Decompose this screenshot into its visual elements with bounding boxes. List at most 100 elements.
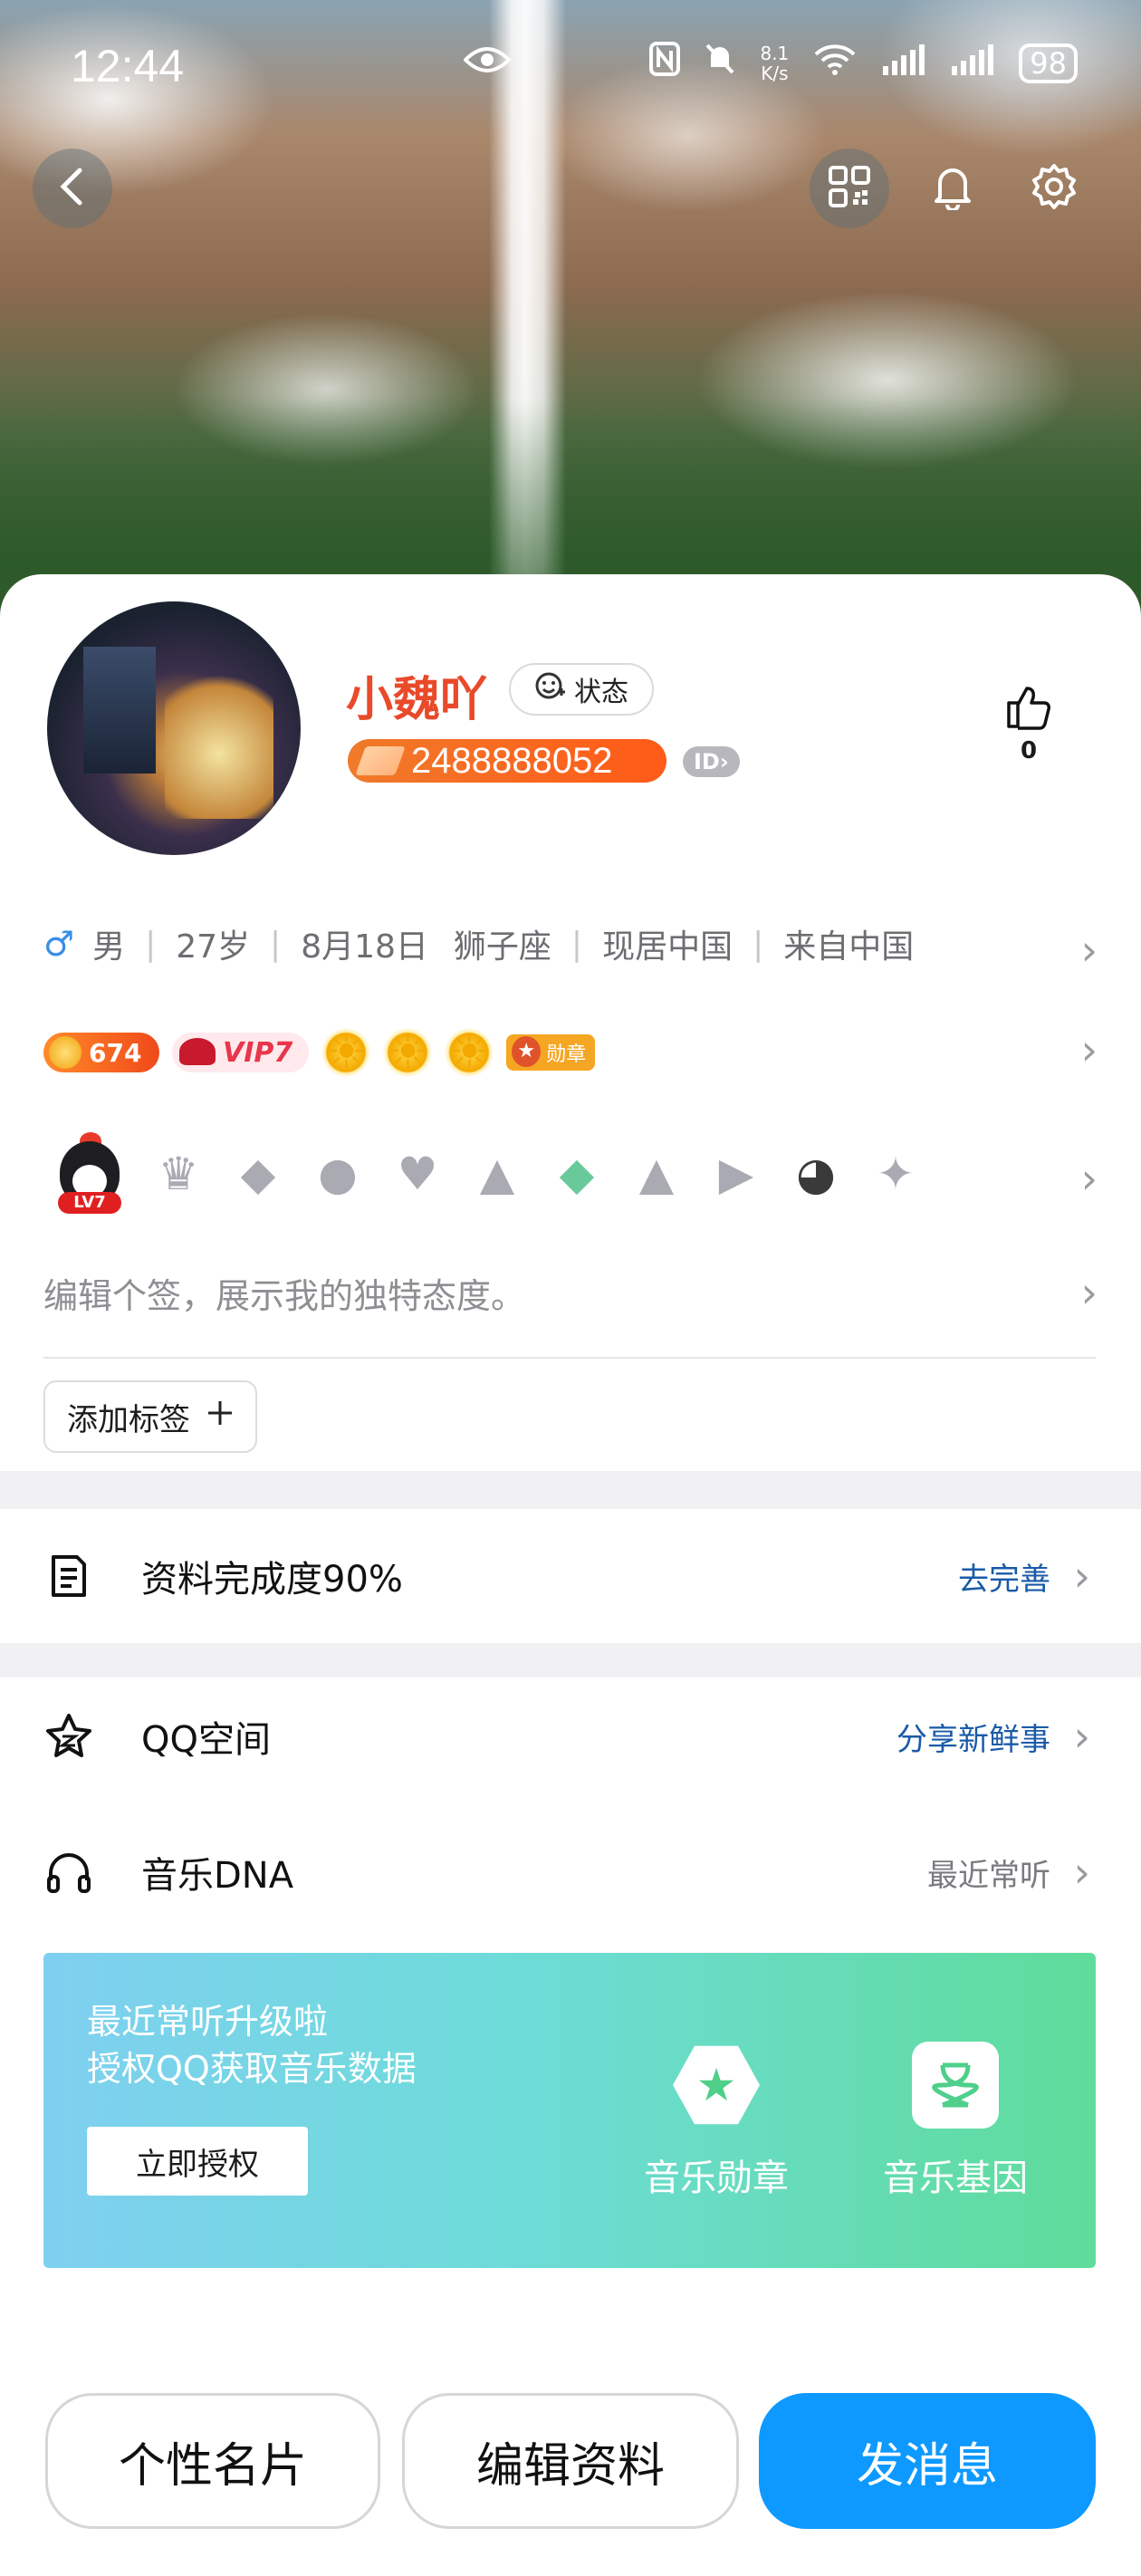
avatar-art <box>83 647 156 774</box>
personal-info-row[interactable]: ♂ 男 | 27岁 | 8月18日 狮子座 | 现居中国 | 来自中国 <box>43 918 914 969</box>
qq-level-penguin-icon: LV7 <box>54 1132 125 1216</box>
music-dna-title: 音乐DNA <box>141 1855 294 1897</box>
music-dna-row[interactable]: 音乐DNA 最近常听 › <box>0 1813 1141 1931</box>
notification-button[interactable] <box>913 149 992 228</box>
star-icon <box>42 1709 96 1764</box>
avatar-art <box>165 656 273 819</box>
medal-badge: 勋章 <box>506 1034 596 1071</box>
authorize-button[interactable]: 立即授权 <box>87 2127 308 2196</box>
back-button[interactable] <box>33 149 112 228</box>
signature-input[interactable]: 编辑个签，展示我的独特态度。 <box>43 1268 525 1318</box>
star-diamond-icon: ✦ <box>877 1148 915 1200</box>
id-chip[interactable]: ID › <box>683 746 740 777</box>
wifi-icon <box>812 42 858 84</box>
like-button[interactable]: 0 <box>1002 681 1056 764</box>
divider: | <box>145 925 157 963</box>
coin-badge: 674 <box>43 1033 159 1072</box>
status-label: 状态 <box>574 677 628 708</box>
avatar[interactable] <box>43 598 304 859</box>
music-promo-line1: 最近常听升级啦 <box>87 2002 329 2042</box>
hat-icon: ▲ <box>479 1148 515 1200</box>
qr-code-icon <box>828 165 871 212</box>
mute-bell-icon <box>704 42 736 84</box>
completeness-row[interactable]: 资料完成度90% 去完善 › <box>0 1517 1141 1635</box>
music-gene-label: 音乐基因 <box>883 2158 1028 2199</box>
diamond-icon: ◆ <box>240 1148 276 1200</box>
vip-badge: VIP7 <box>172 1033 310 1072</box>
qq-number-badge[interactable]: 2488888052 <box>348 739 666 783</box>
badge-row[interactable]: 674 VIP7 ☀ ☀ ☀ 勋章 <box>43 1024 596 1081</box>
chevron-right-icon: › <box>719 749 729 774</box>
dna-icon <box>912 2042 999 2129</box>
music-dna-action[interactable]: 最近常听 <box>927 1850 1050 1895</box>
qq-number: 2488888052 <box>411 740 613 781</box>
gear-icon <box>1030 162 1079 215</box>
crown-icon: ♛ <box>158 1148 199 1200</box>
sun-level-icon: ☀ <box>321 1025 371 1080</box>
back-icon <box>54 165 91 212</box>
status-bar: 12:44 8.1 K/s 98 <box>0 0 1141 136</box>
battery-indicator: 98 <box>1019 43 1078 83</box>
smile-icon <box>534 670 565 708</box>
qr-code-button[interactable] <box>810 149 889 228</box>
completeness-title: 资料完成度90% <box>141 1559 403 1600</box>
qzone-title: QQ空间 <box>141 1719 271 1761</box>
id-chip-label: ID <box>694 749 720 774</box>
sun-level-icon: ☀ <box>445 1025 494 1080</box>
chevron-right-icon: › <box>1080 1025 1098 1074</box>
divider: | <box>570 925 583 963</box>
play-icon: ▶ <box>718 1148 754 1200</box>
bottom-action-bar: 个性名片 编辑资料 发消息 <box>0 2319 1141 2576</box>
green-diamond-icon: ◆ <box>559 1148 595 1200</box>
music-badge-item[interactable]: ★ 音乐勋章 <box>630 2042 802 2201</box>
chevron-right-icon: › <box>1080 1154 1098 1203</box>
signal-icon <box>950 43 995 83</box>
level-label: LV7 <box>58 1192 121 1214</box>
divider <box>43 1357 1096 1359</box>
hometown: 来自中国 <box>783 928 915 966</box>
qzone-action[interactable]: 分享新鲜事 <box>896 1715 1050 1759</box>
bomb-icon: ● <box>318 1148 358 1200</box>
divider: | <box>753 925 764 963</box>
music-gene-item[interactable]: 音乐基因 <box>869 2042 1041 2201</box>
heart-icon: ♥ <box>397 1148 438 1200</box>
status-time: 12:44 <box>71 41 185 91</box>
music-badge-label: 音乐勋章 <box>644 2158 789 2199</box>
eye-icon <box>463 43 512 85</box>
star-hexagon-icon: ★ <box>673 2045 760 2125</box>
chevron-right-icon: › <box>1080 1268 1098 1317</box>
chevron-right-icon: › <box>1073 1552 1090 1600</box>
profile-name: 小魏吖 <box>346 673 488 727</box>
penguin-head-icon: ◕ <box>796 1148 836 1200</box>
status-button[interactable]: 状态 <box>509 663 654 716</box>
divider: | <box>270 925 282 963</box>
music-promo-card: 最近常听升级啦 授权QQ获取音乐数据 立即授权 ★ 音乐勋章 音乐基因 <box>43 1953 1096 2268</box>
gender: 男 <box>92 928 126 966</box>
document-icon <box>42 1549 96 1603</box>
residence: 现居中国 <box>602 928 734 966</box>
plus-icon <box>206 1399 234 1435</box>
like-count: 0 <box>1020 737 1038 764</box>
sun-level-icon: ☀ <box>383 1025 433 1080</box>
chevron-right-icon: › <box>1080 926 1098 975</box>
chevron-right-icon: › <box>1073 1848 1090 1897</box>
thumbs-up-icon <box>1003 687 1054 735</box>
chevron-right-icon: › <box>1073 1712 1090 1761</box>
send-message-button[interactable]: 发消息 <box>759 2393 1096 2529</box>
uid-decoration <box>355 746 406 775</box>
bell-icon <box>931 163 974 214</box>
qzone-row[interactable]: QQ空间 分享新鲜事 › <box>0 1677 1141 1795</box>
profile-card-button[interactable]: 个性名片 <box>45 2393 380 2529</box>
headphones-icon <box>42 1845 96 1899</box>
add-tag-label: 添加标签 <box>67 1401 190 1438</box>
music-promo-line2: 授权QQ获取音乐数据 <box>87 2049 417 2089</box>
completeness-section: 资料完成度90% 去完善 › <box>0 1509 1141 1643</box>
star-hat-icon: ▲ <box>638 1148 675 1200</box>
age: 27岁 <box>176 928 251 966</box>
edit-profile-button[interactable]: 编辑资料 <box>402 2393 739 2529</box>
completeness-action[interactable]: 去完善 <box>958 1554 1050 1599</box>
settings-button[interactable] <box>1014 149 1094 228</box>
music-promo-text: 最近常听升级啦 授权QQ获取音乐数据 <box>87 1998 417 2092</box>
add-tag-button[interactable]: 添加标签 <box>43 1380 257 1453</box>
service-icon-row[interactable]: LV7 ♛ ◆ ● ♥ ▲ ◆ ▲ ▶ ◕ ✦ <box>54 1129 922 1219</box>
